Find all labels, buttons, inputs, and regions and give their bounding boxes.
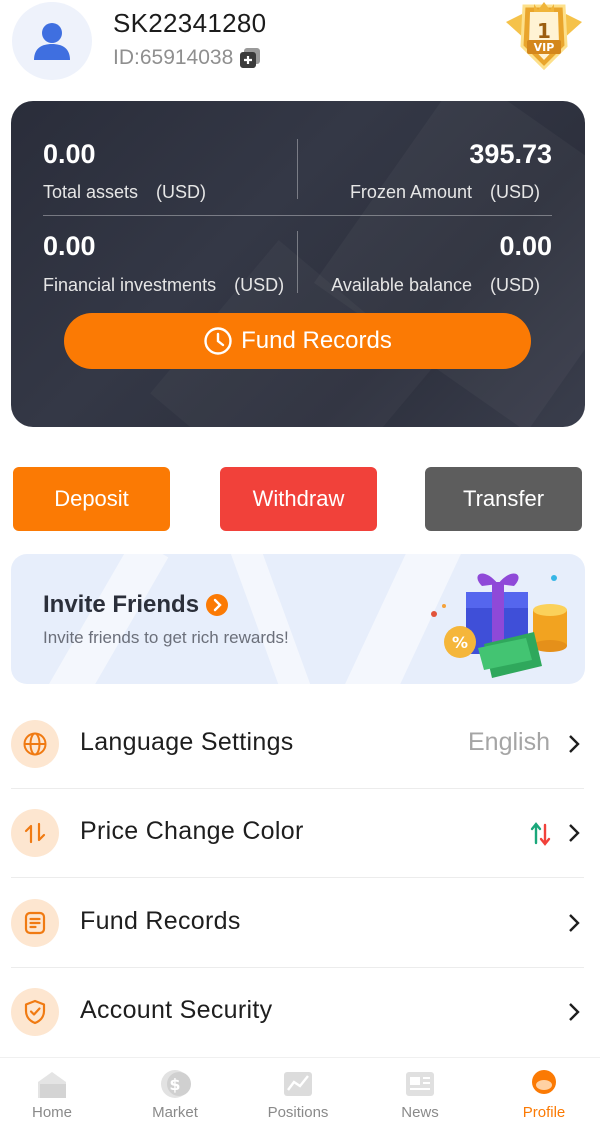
available-balance-label: Available balance (USD) [331,275,540,295]
vip-badge-icon[interactable]: 1 VIP [500,0,588,74]
price-change-icon [11,809,59,857]
nav-label: Profile [522,1104,566,1121]
nav-positions[interactable]: Positions [248,1058,348,1131]
home-icon [38,1072,66,1098]
transfer-button[interactable]: Transfer [425,467,582,531]
fund-records-button[interactable]: Fund Records [64,313,531,369]
menu-item-label: Language Settings [80,728,294,756]
nav-label: Home [31,1104,72,1121]
up-down-arrows-icon [530,822,551,846]
arrow-right-icon [206,594,229,616]
total-assets-label: Total assets (USD) [43,182,207,202]
financial-investments-value: 0.00 [43,231,96,261]
user-id-row: ID:65914038 [113,46,261,70]
chevron-right-icon [569,735,580,753]
username: SK22341280 [113,8,267,38]
user-id: ID:65914038 [113,46,234,69]
document-icon [11,899,59,947]
profile-icon [532,1070,556,1094]
bottom-nav: Home $ Market Positions News Profile [0,1057,600,1131]
market-icon: $ [161,1070,191,1098]
deposit-button[interactable]: Deposit [13,467,170,531]
frozen-amount-label: Frozen Amount (USD) [349,182,540,202]
profile-header: SK22341280 ID:65914038 1 VIP [0,0,600,90]
nav-profile[interactable]: Profile [494,1058,594,1131]
fund-records-button-label: Fund Records [241,327,392,354]
asset-card: 0.00 Total assets (USD) 395.73 Frozen Am… [11,101,585,427]
withdraw-button[interactable]: Withdraw [220,467,377,531]
svg-text:$: $ [169,1075,180,1094]
menu-item-price-change-color[interactable]: Price Change Color [0,789,600,878]
vertical-divider [297,231,298,293]
nav-label: Positions [267,1104,329,1121]
menu-item-label: Fund Records [80,907,241,935]
menu-item-fund-records[interactable]: Fund Records [0,879,600,968]
invite-friends-banner[interactable]: Invite Friends Invite friends to get ric… [11,554,585,684]
gift-box-icon: % [426,562,576,680]
nav-home[interactable]: Home [2,1058,102,1131]
menu-item-label: Account Security [80,996,273,1024]
nav-news[interactable]: News [370,1058,470,1131]
horizontal-divider [43,215,552,216]
chevron-right-icon [569,824,580,842]
globe-icon [11,720,59,768]
menu-item-language-settings[interactable]: Language Settings English [0,700,600,789]
menu-item-label: Price Change Color [80,817,304,845]
vip-text: VIP [534,41,555,54]
avatar[interactable] [12,2,92,80]
menu-item-account-security[interactable]: Account Security [0,968,600,1057]
nav-label: News [401,1104,439,1121]
svg-text:%: % [452,633,468,652]
invite-title: Invite Friends [43,591,229,619]
news-icon [406,1072,434,1096]
available-balance-value: 0.00 [499,231,552,261]
positions-icon [284,1072,312,1096]
clock-icon [204,327,232,355]
language-value: English [468,728,550,756]
frozen-amount-value: 395.73 [469,139,552,169]
invite-subtitle: Invite friends to get rich rewards! [43,628,289,647]
chevron-right-icon [569,1003,580,1021]
copy-icon[interactable] [239,47,261,69]
financial-investments-label: Financial investments (USD) [43,275,285,295]
vip-level: 1 [537,19,551,43]
shield-icon [11,988,59,1036]
vertical-divider [297,139,298,199]
total-assets-value: 0.00 [43,139,96,169]
nav-label: Market [152,1104,198,1121]
chevron-right-icon [569,914,580,932]
user-icon [34,23,70,60]
nav-market[interactable]: $ Market [125,1058,225,1131]
